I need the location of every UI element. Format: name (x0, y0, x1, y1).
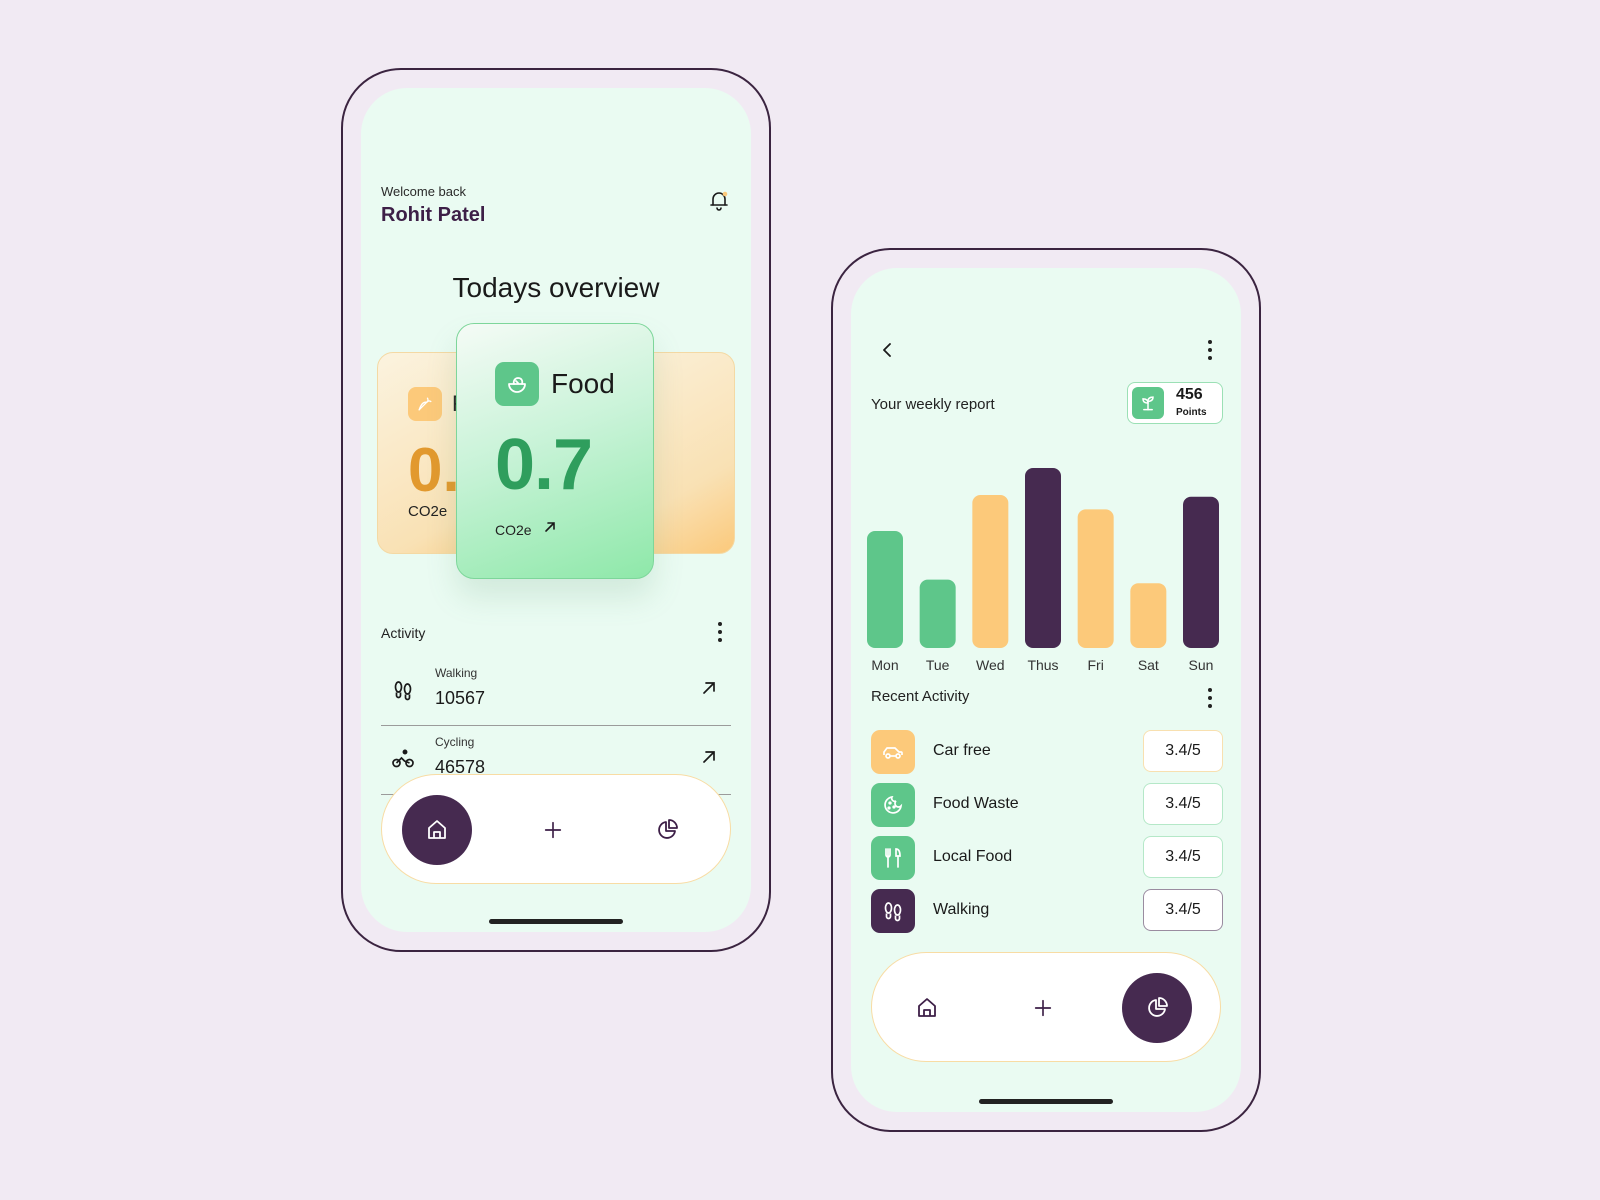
activity-value: 10567 (435, 688, 486, 708)
notification-bell-icon[interactable] (707, 188, 731, 212)
bar-sun[interactable] (1183, 496, 1219, 648)
score-badge: 3.4/5 (1143, 783, 1223, 825)
home-screen: Welcome back Rohit Patel Todays overview… (361, 88, 751, 932)
x-tick-label: Sun (1189, 657, 1214, 673)
more-options-icon[interactable] (717, 622, 723, 642)
plus-icon (544, 821, 562, 839)
bottom-nav (871, 952, 1221, 1062)
bar-wed[interactable] (972, 495, 1009, 648)
arrow-up-right-icon[interactable] (543, 520, 557, 534)
x-tick-label: Sat (1138, 657, 1159, 673)
nav-home-button[interactable] (402, 795, 472, 865)
nav-home-button[interactable] (892, 973, 962, 1043)
salad-bowl-icon (495, 362, 539, 406)
footprints-icon (871, 889, 915, 933)
phone-home: Welcome back Rohit Patel Todays overview… (341, 68, 771, 952)
nav-report-button[interactable] (1122, 973, 1192, 1043)
home-icon (918, 998, 936, 1017)
bar-thus[interactable] (1025, 468, 1061, 648)
home-indicator (489, 919, 623, 924)
card-value: 0. (408, 436, 460, 505)
nav-add-button[interactable] (518, 795, 588, 865)
welcome-text: Welcome back (381, 184, 467, 199)
recent-label: Car free (933, 742, 991, 759)
recent-label: Walking (933, 901, 990, 918)
x-tick-label: Wed (976, 657, 1005, 673)
arrow-up-right-icon[interactable] (701, 749, 717, 765)
points-badge: 456 Points (1127, 382, 1223, 424)
x-tick-label: Fri (1088, 657, 1104, 673)
bar-chart-svg: Mon Tue Wed Thus Fri Sat Sun (867, 468, 1219, 673)
more-options-icon[interactable] (1207, 688, 1213, 708)
weekly-bar-chart: Mon Tue Wed Thus Fri Sat Sun (867, 448, 1219, 678)
bar-sat[interactable] (1130, 583, 1167, 648)
user-name: Rohit Patel (381, 204, 486, 226)
bar-tue[interactable] (919, 579, 956, 648)
sprout-icon (1132, 387, 1164, 419)
utensils-icon (871, 836, 915, 880)
score-badge: 3.4/5 (1143, 730, 1223, 772)
plus-icon (1034, 999, 1052, 1017)
x-tick-label: Thus (1027, 657, 1058, 673)
activity-title: Activity (381, 625, 426, 641)
score-badge: 3.4/5 (1143, 889, 1223, 931)
card-unit: CO2e (495, 522, 532, 538)
arrow-up-right-icon[interactable] (701, 680, 717, 696)
activity-label: Cycling (435, 735, 475, 749)
report-screen: Your weekly report 456 Points Mon Tue Wed T… (851, 268, 1241, 1112)
recent-item-car-free[interactable]: Car free 3.4/5 (871, 730, 1223, 774)
nav-report-button[interactable] (632, 795, 702, 865)
pie-chart-icon (658, 819, 678, 839)
recent-item-local-food[interactable]: Local Food 3.4/5 (871, 836, 1223, 880)
bicycle-icon (391, 747, 415, 771)
carrot-icon (408, 387, 442, 421)
car-icon (871, 730, 915, 774)
x-tick-label: Mon (871, 657, 898, 673)
card-unit: CO2e (408, 503, 448, 520)
bar-mon[interactable] (867, 531, 903, 648)
cookie-icon (871, 783, 915, 827)
home-icon (428, 820, 446, 839)
bar-fri[interactable] (1077, 509, 1114, 648)
pie-chart-icon (1148, 997, 1168, 1017)
points-label: Points (1176, 407, 1207, 418)
recent-activity-title: Recent Activity (871, 688, 970, 705)
overview-title: Todays overview (452, 272, 660, 303)
phone-report: Your weekly report 456 Points Mon Tue Wed T… (831, 248, 1261, 1132)
card-label: Food (551, 368, 615, 399)
recent-label: Food Waste (933, 795, 1019, 812)
recent-item-walking[interactable]: Walking 3.4/5 (871, 889, 1223, 933)
recent-label: Local Food (933, 848, 1013, 865)
recent-item-food-waste[interactable]: Food Waste 3.4/5 (871, 783, 1223, 827)
nav-add-button[interactable] (1008, 973, 1078, 1043)
back-chevron-icon[interactable] (877, 340, 897, 360)
score-badge: 3.4/5 (1143, 836, 1223, 878)
card-value: 0.7 (495, 425, 593, 505)
more-options-icon[interactable] (1207, 340, 1213, 360)
activity-item-walking[interactable]: Walking 10567 (381, 658, 731, 726)
activity-label: Walking (435, 666, 478, 680)
category-card-food[interactable]: Food 0.7 CO2e (456, 323, 654, 579)
bottom-nav (381, 774, 731, 884)
x-tick-label: Tue (926, 657, 950, 673)
home-indicator (979, 1099, 1113, 1104)
points-value: 456 (1176, 386, 1203, 403)
weekly-report-title: Your weekly report (871, 396, 995, 413)
footprints-icon (391, 678, 415, 702)
